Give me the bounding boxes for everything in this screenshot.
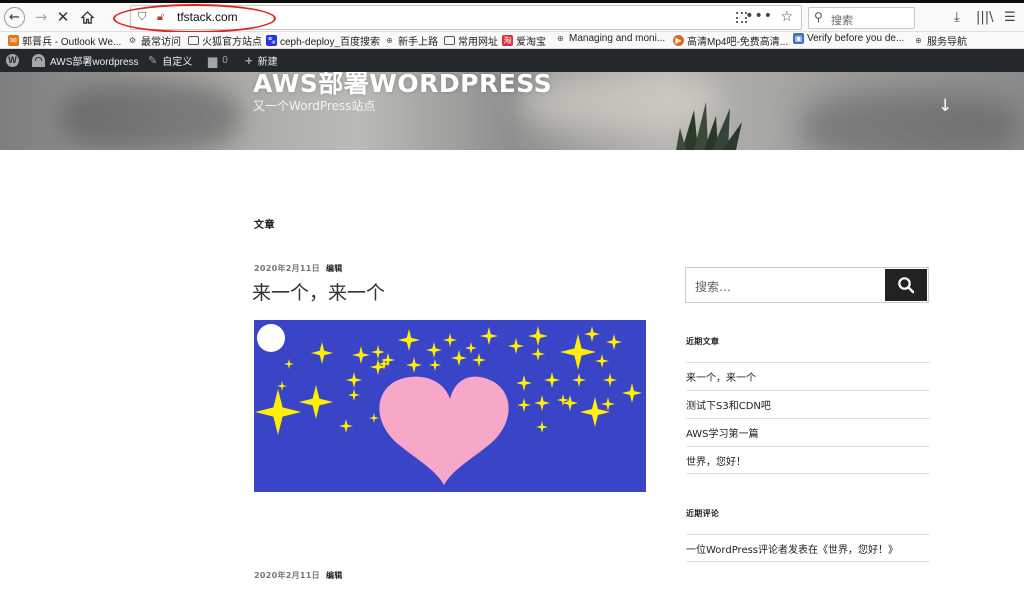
outlook-icon: ✉ xyxy=(8,35,19,46)
site-name-link[interactable]: ◠ AWS部署wordpress xyxy=(32,49,139,72)
site-description: 又一个WordPress站点 xyxy=(253,99,376,113)
featured-image[interactable] xyxy=(254,320,646,492)
bookmark-item[interactable]: ⊕ Managing and moni... xyxy=(555,33,665,44)
edit-link[interactable]: 编辑 xyxy=(326,571,343,580)
post-date[interactable]: 2020年2月11日 xyxy=(254,571,320,580)
more-icon[interactable]: ••• xyxy=(745,8,773,24)
bookmark-item[interactable]: ▶ 高清Mp4吧-免费高清... xyxy=(673,33,788,48)
recent-post-link[interactable]: 世界，您好！ xyxy=(686,446,930,474)
play-icon: ▶ xyxy=(673,35,684,46)
library-icon[interactable]: |||\ xyxy=(976,10,994,25)
forward-button[interactable]: → xyxy=(30,6,52,28)
site-header: AWS部署WORDPRESS 又一个WordPress站点 ↓ xyxy=(0,72,1024,150)
customize-link[interactable]: ✎ 自定义 xyxy=(148,49,192,72)
comment-bubble-icon: ▆ xyxy=(208,53,218,68)
recent-posts-list: 来一个，来一个 测试下S3和CDN吧 AWS学习第一篇 世界，您好！ xyxy=(686,362,930,474)
wordpress-logo-button[interactable]: W xyxy=(6,49,19,72)
taobao-icon: 淘 xyxy=(502,35,513,46)
bookmark-item[interactable]: 淘爱淘宝 xyxy=(502,33,546,48)
arrow-right-icon: → xyxy=(34,8,48,26)
search-icon xyxy=(898,277,915,294)
bookmark-item[interactable]: ✉ 郭晋兵 - Outlook We... xyxy=(8,33,121,48)
page-heading: 文章 xyxy=(254,220,275,231)
recent-post-link[interactable]: AWS学习第一篇 xyxy=(686,418,930,446)
baidu-icon: 🐾︎ xyxy=(266,35,277,46)
new-content-link[interactable]: + 新建 xyxy=(245,49,278,72)
scroll-down-arrow-icon[interactable]: ↓ xyxy=(938,96,952,116)
folder-icon xyxy=(188,36,199,45)
globe-icon: ⊕ xyxy=(557,34,564,43)
bookmark-item[interactable]: ⚙ 最常访问 xyxy=(127,33,181,48)
globe-icon: ⊕ xyxy=(915,36,922,45)
recent-posts-title: 近期文章 xyxy=(686,337,720,346)
gear-icon: ⚙ xyxy=(128,36,137,45)
recent-comment-link[interactable]: 一位WordPress评论者发表在《世界，您好！》 xyxy=(686,534,930,562)
wp-admin-bar: W ◠ AWS部署wordpress ✎ 自定义 ▆ 0 + 新建 xyxy=(0,49,1024,72)
home-icon xyxy=(80,10,94,24)
search-placeholder: 搜索 xyxy=(831,14,853,27)
site-title[interactable]: AWS部署WORDPRESS xyxy=(253,72,552,100)
back-button[interactable]: ← xyxy=(4,7,25,28)
edit-link[interactable]: 编辑 xyxy=(326,264,343,273)
post-date[interactable]: 2020年2月11日 xyxy=(254,264,320,273)
sidebar-search: 搜索… xyxy=(685,267,929,303)
recent-comments-title: 近期评论 xyxy=(686,509,720,518)
plus-icon: + xyxy=(245,53,253,68)
recent-post-link[interactable]: 来一个，来一个 xyxy=(686,362,930,390)
post-meta: 2020年2月11日 编辑 xyxy=(254,570,343,581)
bookmark-item[interactable]: ⊕ 服务导航 xyxy=(913,33,967,48)
plant-image xyxy=(676,102,742,150)
comments-link[interactable]: ▆ 0 xyxy=(208,49,228,72)
stop-button[interactable]: ✕ xyxy=(52,6,74,28)
bookmark-item[interactable]: 火狐官方站点 xyxy=(188,33,262,48)
arrow-left-icon: ← xyxy=(9,10,20,25)
post-meta: 2020年2月11日 编辑 xyxy=(254,263,343,274)
wordpress-logo-icon: W xyxy=(6,54,19,67)
brush-icon: ✎ xyxy=(148,55,158,67)
search-input[interactable]: ⚲ 搜索 xyxy=(808,7,915,29)
menu-icon[interactable]: ☰ xyxy=(1004,10,1016,25)
bookmarks-bar: ✉ 郭晋兵 - Outlook We... ⚙ 最常访问 火狐官方站点 🐾︎ ceph… xyxy=(0,32,1024,49)
bookmark-item[interactable]: 常用网址 xyxy=(444,33,498,48)
bookmark-star-icon[interactable]: ☆ xyxy=(780,9,793,25)
bookmark-item[interactable]: ⊕ 新手上路 xyxy=(384,33,438,48)
home-button[interactable] xyxy=(76,6,98,28)
recent-post-link[interactable]: 测试下S3和CDN吧 xyxy=(686,390,930,418)
bookmark-item[interactable]: 🐾︎ ceph-deploy_百度搜索 xyxy=(266,33,380,48)
image-icon: ▣ xyxy=(793,33,804,44)
download-icon[interactable]: ⤓ xyxy=(954,10,960,25)
search-icon: ⚲ xyxy=(814,10,823,24)
recent-comments-list: 一位WordPress评论者发表在《世界，您好！》 xyxy=(686,534,930,562)
globe-icon: ⊕ xyxy=(386,36,393,45)
folder-icon xyxy=(444,36,455,45)
bookmark-item[interactable]: ▣ Verify before you de... xyxy=(793,33,904,44)
sidebar-search-input[interactable]: 搜索… xyxy=(695,278,731,295)
dashboard-icon: ◠ xyxy=(32,54,45,67)
close-icon: ✕ xyxy=(56,8,70,26)
search-button[interactable] xyxy=(885,269,927,301)
post-title[interactable]: 来一个，来一个 xyxy=(252,278,385,305)
annotation-circle xyxy=(113,4,276,33)
